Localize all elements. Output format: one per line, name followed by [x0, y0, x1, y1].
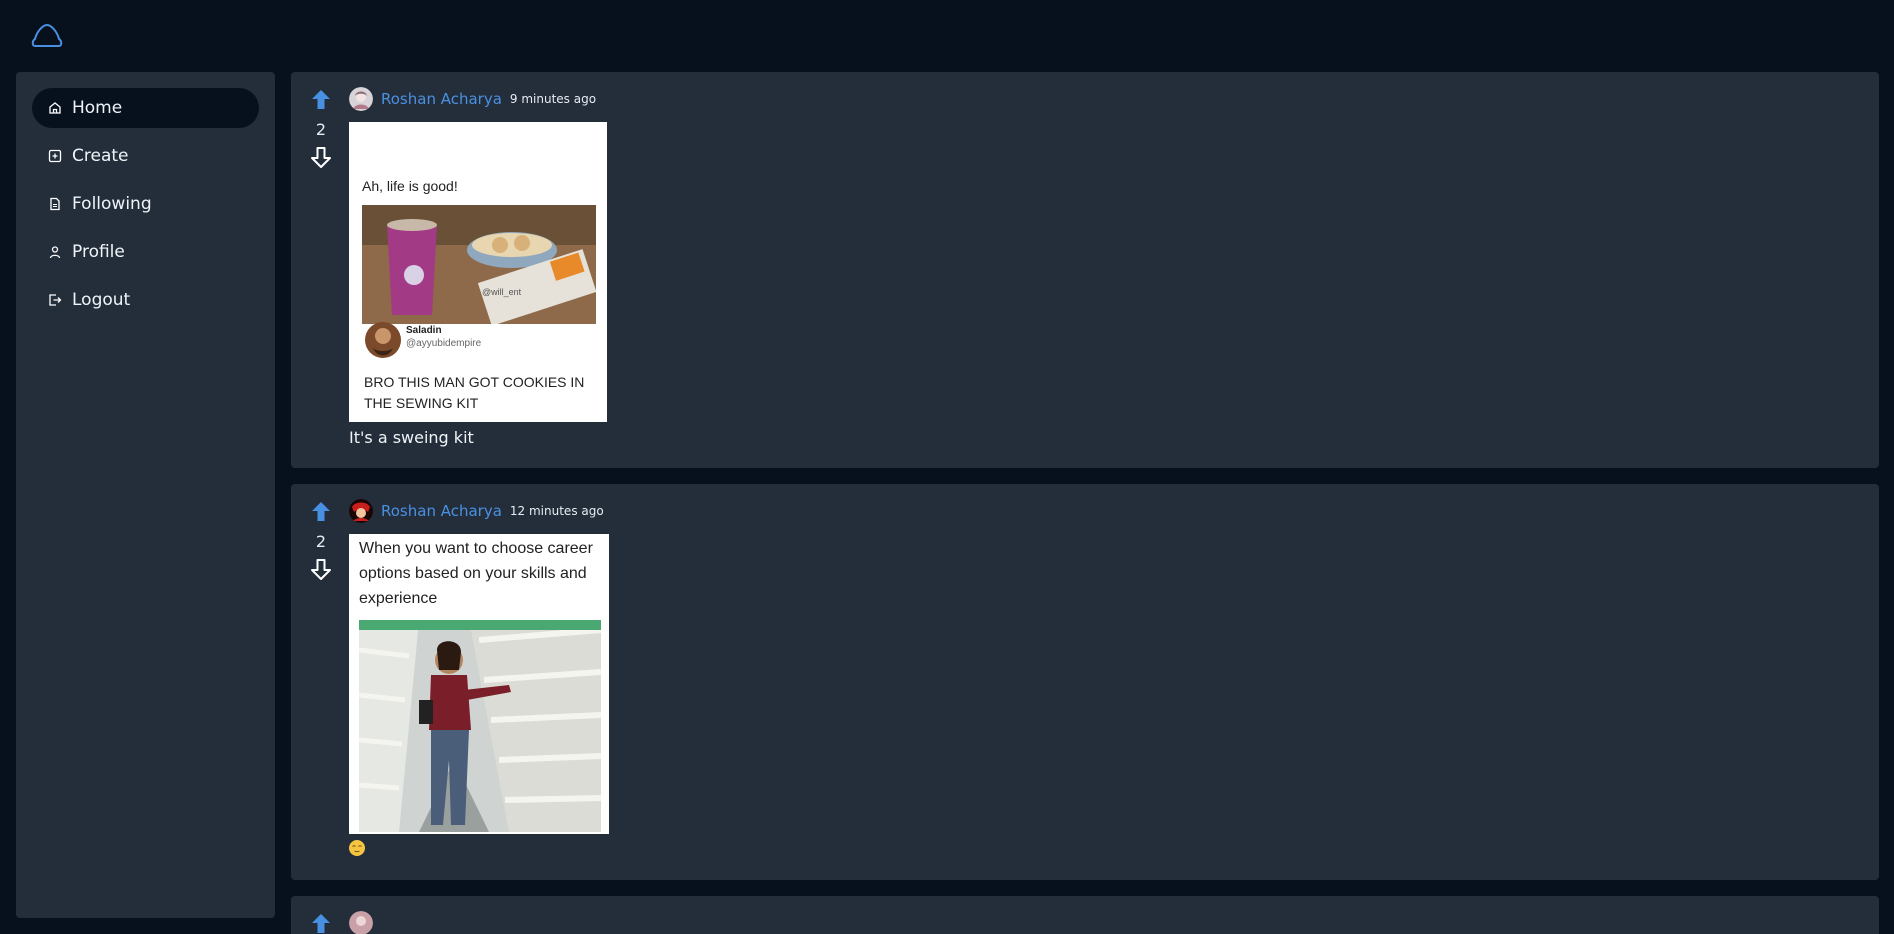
upvote-arrow-icon[interactable] [309, 500, 333, 524]
nav-item-home[interactable]: Home [32, 88, 259, 128]
nav-item-profile[interactable]: Profile [32, 232, 259, 272]
post-caption: It's a sweing kit [349, 428, 474, 447]
nav-item-following[interactable]: Following [32, 184, 259, 224]
vote-count: 2 [315, 532, 327, 551]
nav-item-label: Create [72, 146, 129, 166]
downvote-arrow-icon[interactable] [309, 557, 333, 581]
vote-controls: 2 [307, 88, 335, 169]
feed: 2 Roshan Acharya 9 minutes ago Ah, life … [291, 72, 1879, 934]
post-image[interactable]: When you want to choose career options b… [349, 534, 609, 834]
relieved-face-emoji-icon [349, 840, 365, 856]
nav-item-label: Logout [72, 290, 131, 310]
upvote-arrow-icon[interactable] [309, 912, 333, 934]
post-timestamp: 9 minutes ago [509, 92, 597, 106]
post-timestamp: 12 minutes ago [509, 504, 604, 518]
sidebar: Home Create Following Profile Logout [16, 72, 275, 918]
home-icon [48, 101, 62, 115]
file-icon [48, 197, 62, 211]
avatar[interactable] [349, 911, 373, 934]
nav-item-label: Following [72, 194, 152, 214]
post-card: 2 Roshan Acharya 12 minutes ago When you… [291, 484, 1879, 880]
upvote-arrow-icon[interactable] [309, 88, 333, 112]
plus-square-icon [48, 149, 62, 163]
tweet-avatar [365, 322, 401, 358]
meme-watermark: @will_ent [482, 287, 522, 297]
nav-item-logout[interactable]: Logout [32, 280, 259, 320]
vote-count: 2 [315, 120, 327, 139]
post-meta [349, 910, 381, 934]
tweet-text: BRO THIS MAN GOT COOKIES IN THE SEWING K… [364, 374, 585, 411]
avatar[interactable] [349, 499, 373, 523]
tweet-handle: @ayyubidempire [406, 338, 482, 349]
post-meta: Roshan Acharya 12 minutes ago [349, 498, 609, 524]
nav-item-label: Home [72, 98, 123, 118]
author-link[interactable]: Roshan Acharya [381, 90, 502, 108]
meme-headline: Ah, life is good! [362, 178, 458, 194]
post-body: Roshan Acharya 12 minutes ago When you w… [349, 498, 609, 856]
post-body: Roshan Acharya 9 minutes ago Ah, life is… [349, 86, 607, 447]
user-icon [48, 245, 62, 259]
tweet-name: Saladin [406, 325, 442, 336]
meme-photo: @will_ent [362, 205, 596, 324]
avatar[interactable] [349, 87, 373, 111]
cloud-logo-icon[interactable] [31, 21, 63, 51]
post-card [291, 896, 1879, 934]
nav-item-create[interactable]: Create [32, 136, 259, 176]
top-bar [0, 0, 1894, 72]
post-body [349, 910, 381, 934]
logout-icon [48, 293, 62, 307]
meme-photo [359, 620, 601, 832]
nav-item-label: Profile [72, 242, 125, 262]
post-image[interactable]: Ah, life is good! @will_ent Saladin @ayy… [349, 122, 607, 422]
post-meta: Roshan Acharya 9 minutes ago [349, 86, 607, 112]
vote-controls [307, 912, 335, 934]
meme-headline: When you want to choose career options b… [359, 540, 593, 607]
vote-controls: 2 [307, 500, 335, 581]
downvote-arrow-icon[interactable] [309, 145, 333, 169]
post-card: 2 Roshan Acharya 9 minutes ago Ah, life … [291, 72, 1879, 468]
author-link[interactable]: Roshan Acharya [381, 502, 502, 520]
